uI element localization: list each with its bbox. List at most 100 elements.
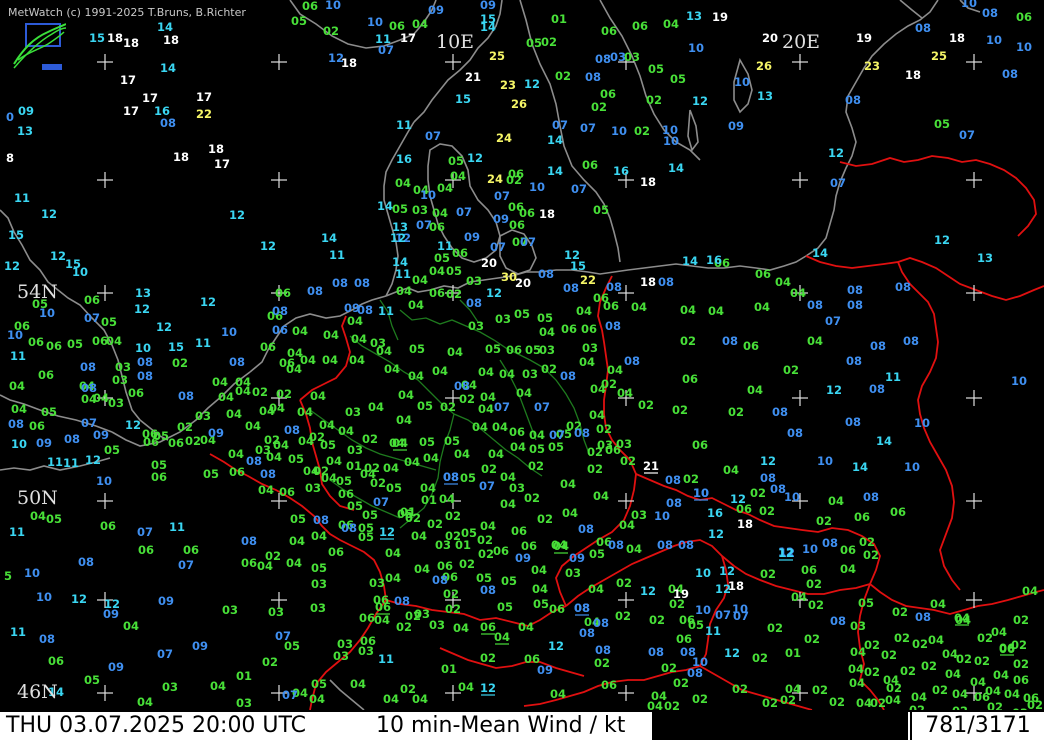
- station-wind-value: 06: [260, 340, 276, 354]
- station-wind-value: 08: [394, 594, 410, 608]
- station-wind-value: 23: [864, 59, 880, 73]
- longitude-label-20e: 20E: [782, 31, 821, 53]
- station-wind-value: 21: [465, 70, 481, 84]
- station-wind-value: 06: [999, 641, 1015, 655]
- station-wind-value: 02: [859, 535, 875, 549]
- station-wind-value: 02: [894, 631, 910, 645]
- station-wind-value: 05: [417, 399, 433, 413]
- station-wind-value: 02: [262, 655, 278, 669]
- station-wind-value: 04: [607, 363, 623, 377]
- station-wind-value: 02: [443, 587, 459, 601]
- station-wind-value: 10: [1011, 374, 1027, 388]
- station-wind-value: 06: [100, 519, 116, 533]
- station-wind-value: 05: [291, 14, 307, 28]
- station-wind-value: 05: [84, 673, 100, 687]
- station-wind-value: 04: [529, 428, 545, 442]
- station-wind-value: 02: [692, 692, 708, 706]
- station-wind-value: 04: [754, 300, 770, 314]
- station-wind-value: 02: [541, 362, 557, 376]
- station-wind-value: 08: [605, 319, 621, 333]
- station-wind-value: 11: [10, 349, 26, 363]
- station-wind-value: 04: [952, 687, 968, 701]
- station-wind-value: 03: [412, 203, 428, 217]
- station-wind-value: 04: [292, 324, 308, 338]
- station-wind-value: 17: [120, 73, 136, 87]
- station-wind-value: 07: [494, 400, 510, 414]
- station-wind-value: 03: [236, 696, 252, 710]
- station-wind-value: 04: [396, 284, 412, 298]
- parameter-label: 10 min-Mean Wind / kt: [376, 713, 626, 738]
- station-wind-value: 05: [501, 574, 517, 588]
- station-wind-value: 05: [537, 311, 553, 325]
- station-wind-value: 06: [676, 632, 692, 646]
- station-wind-value: 10: [784, 490, 800, 504]
- station-wind-value: 06: [840, 543, 856, 557]
- station-wind-value: 06: [506, 343, 522, 357]
- station-wind-value: 05: [460, 471, 476, 485]
- station-wind-value: 08: [822, 536, 838, 550]
- station-wind-value: 02: [370, 476, 386, 490]
- station-wind-value: 03: [369, 576, 385, 590]
- station-wind-value: 09: [537, 663, 553, 677]
- station-wind-value: 03: [582, 341, 598, 355]
- station-wind-value: 09: [515, 551, 531, 565]
- station-wind-value: 04: [423, 451, 439, 465]
- station-wind-value: 05: [358, 521, 374, 535]
- station-wind-value: 02: [1013, 613, 1029, 627]
- station-wind-value: 05: [858, 596, 874, 610]
- station-wind-value: 10: [1016, 40, 1032, 54]
- station-wind-value: 25: [931, 49, 947, 63]
- station-wind-value: 04: [9, 379, 25, 393]
- station-wind-value: 02: [477, 533, 493, 547]
- station-wind-value: 02: [537, 512, 553, 526]
- station-wind-value: 16: [613, 164, 629, 178]
- station-wind-value: 12: [229, 208, 245, 222]
- station-wind-value: 04: [106, 334, 122, 348]
- station-wind-value: 02: [587, 462, 603, 476]
- station-wind-value: 07: [715, 608, 731, 622]
- station-wind-value: 04: [226, 407, 242, 421]
- station-wind-value: 08: [538, 267, 554, 281]
- station-wind-value: 14: [876, 434, 892, 448]
- station-wind-value: 8: [6, 151, 14, 165]
- station-wind-value: 07: [830, 176, 846, 190]
- station-wind-value: 10: [36, 590, 52, 604]
- station-wind-value: 12: [719, 564, 735, 578]
- station-wind-value: 04: [945, 667, 961, 681]
- weather-map[interactable]: 050602 06 04 01050206 06 04030505020206 020206…: [0, 0, 1044, 710]
- station-wind-value: 01: [455, 538, 471, 552]
- station-wind-value: 02: [750, 486, 766, 500]
- station-wind-value: 02: [480, 651, 496, 665]
- station-wind-value: 06: [493, 544, 509, 558]
- station-wind-value: 05: [485, 342, 501, 356]
- station-wind-value: 04: [11, 402, 27, 416]
- station-wind-value: 04: [631, 300, 647, 314]
- station-wind-value: 07: [456, 205, 472, 219]
- station-wind-value: 08: [466, 296, 482, 310]
- station-wind-value: 14: [480, 20, 496, 34]
- station-wind-value: 04: [518, 620, 534, 634]
- station-wind-value: 05: [589, 547, 605, 561]
- station-wind-value: 02: [459, 392, 475, 406]
- station-wind-value: 09: [93, 428, 109, 442]
- station-wind-value: 02: [265, 549, 281, 563]
- station-wind-value: 03: [624, 50, 640, 64]
- station-wind-value: 06: [1016, 10, 1032, 24]
- station-wind-value: 04: [856, 696, 872, 710]
- station-wind-value: 04: [453, 621, 469, 635]
- station-wind-value: 08: [563, 281, 579, 295]
- station-wind-value: 10: [695, 566, 711, 580]
- station-wind-value: 06: [359, 611, 375, 625]
- station-wind-value: 04: [383, 692, 399, 706]
- station-wind-value: 18: [728, 579, 744, 593]
- station-wind-value: 10: [695, 603, 711, 617]
- station-wind-value: 14: [668, 161, 684, 175]
- station-wind-value: 03: [435, 538, 451, 552]
- station-wind-value: 14: [547, 164, 563, 178]
- station-wind-value: 11: [195, 336, 211, 350]
- station-wind-value: 04: [588, 582, 604, 596]
- station-wind-value: 09: [18, 104, 34, 118]
- station-wind-value: 18: [208, 142, 224, 156]
- station-wind-value: 06: [375, 600, 391, 614]
- station-wind-value: 03: [195, 409, 211, 423]
